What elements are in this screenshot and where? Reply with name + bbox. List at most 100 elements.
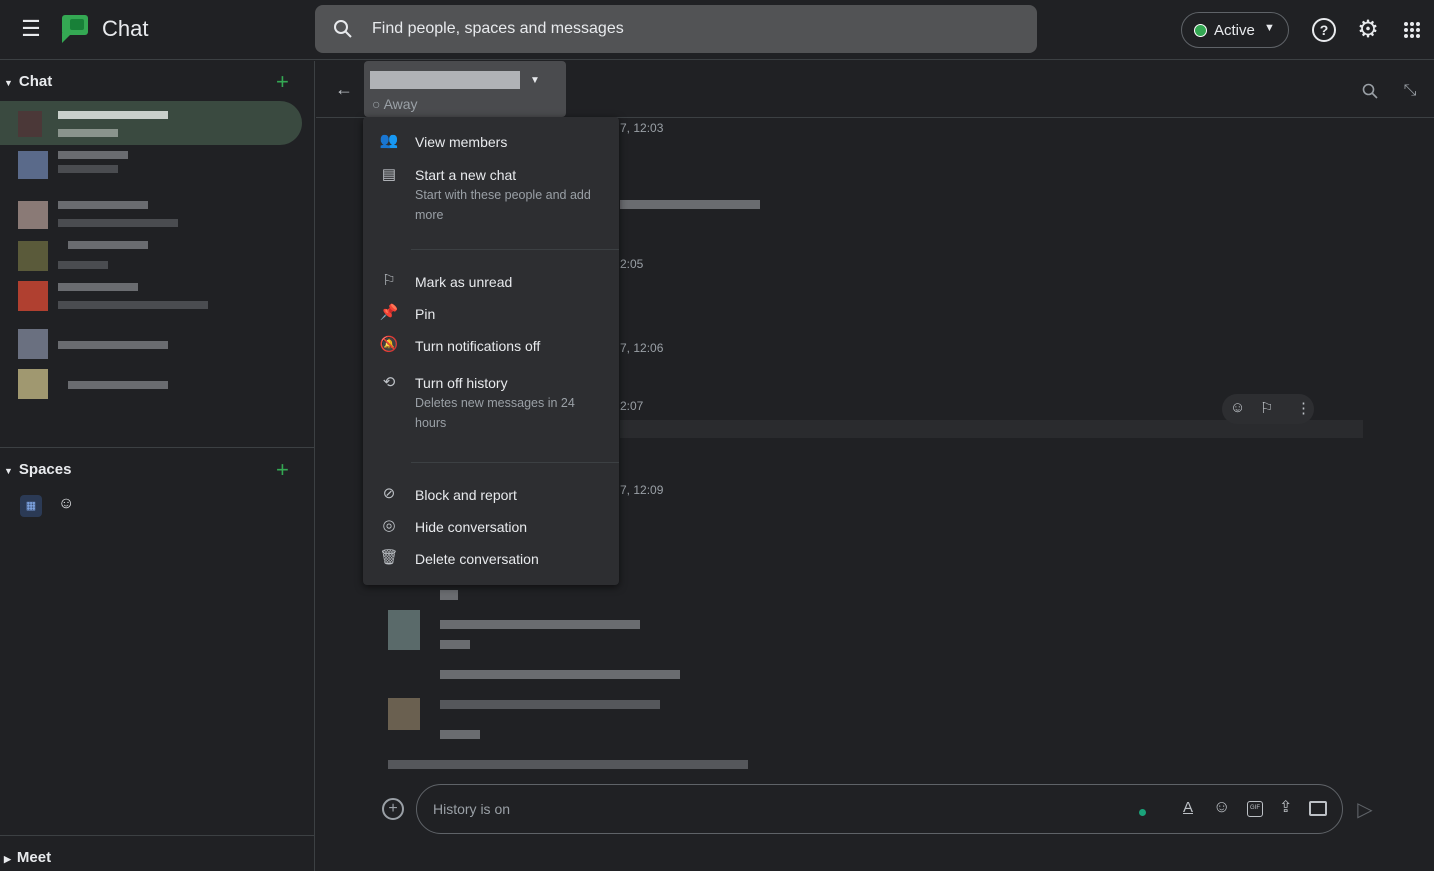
divider <box>0 447 315 448</box>
conversation-options-menu: 👥 View members ▤ Start a new chat Start wit… <box>363 117 619 585</box>
chevron-down-icon: ▼ <box>1264 22 1275 34</box>
eye-off-icon: ◎ <box>382 517 396 534</box>
menu-item-delete-conversation[interactable]: 🗑 Delete conversation <box>363 548 619 572</box>
history-off-icon: ⟲ <box>382 374 396 391</box>
reply-in-thread-icon[interactable]: ⚐ <box>1260 399 1273 417</box>
message-timestamp: 7, 12:06 <box>620 341 664 355</box>
menu-item-hide-conversation[interactable]: ◎ Hide conversation <box>363 516 619 540</box>
search-icon <box>331 17 355 41</box>
menu-item-description: Start with these people and add more <box>415 188 591 222</box>
conversation-header: ← ▼ ○ Away ⤡ <box>316 61 1434 118</box>
emoji-space-icon[interactable]: ☺ <box>58 495 74 513</box>
menu-item-label: Pin <box>415 306 436 322</box>
spaces-section-header[interactable]: ▼ Spaces <box>0 461 71 478</box>
menu-item-label: Hide conversation <box>415 519 528 535</box>
pin-icon: 📌 <box>379 304 399 321</box>
top-bar: ☰ Chat Find people, spaces and messages … <box>0 0 1434 60</box>
message-timestamp: 2:07 <box>620 399 644 413</box>
app-title: Chat <box>102 16 149 41</box>
status-dot-icon <box>1139 809 1146 816</box>
space-icon[interactable]: ▦ <box>20 495 42 517</box>
message-actions: ☺ ⚐ ⋮ <box>1222 394 1314 424</box>
people-icon: 👥 <box>379 132 399 149</box>
meet-section-header[interactable]: ▶ Meet <box>0 849 51 866</box>
menu-item-mark-unread[interactable]: ⚐ Mark as unread <box>363 271 619 295</box>
chat-list-item[interactable] <box>0 327 300 363</box>
spaces-section-label: Spaces <box>18 461 72 478</box>
apps-grid-icon[interactable] <box>1400 18 1424 42</box>
chat-list-item[interactable] <box>0 237 300 273</box>
conversation-name <box>370 71 520 89</box>
avatar <box>388 698 420 730</box>
menu-divider <box>411 462 619 463</box>
chat-list-item[interactable] <box>0 279 300 315</box>
caret-down-icon: ▼ <box>4 78 13 88</box>
trash-icon: 🗑 <box>379 549 399 566</box>
presence-status: ○ Away <box>372 96 418 112</box>
gif-icon[interactable]: GIF <box>1247 801 1263 817</box>
mark-unread-icon: ⚐ <box>382 272 396 289</box>
chat-section-label: Chat <box>18 73 53 90</box>
add-plus-circle-icon[interactable]: + <box>382 798 404 820</box>
emoji-reaction-icon[interactable]: ☺ <box>1230 399 1245 416</box>
status-dropdown[interactable]: Active ▼ <box>1181 12 1289 48</box>
menu-item-label: Delete conversation <box>415 551 539 567</box>
message-text <box>440 730 480 739</box>
message-text <box>440 670 680 679</box>
meet-section-label: Meet <box>16 849 52 866</box>
menu-item-description: Deletes new messages in 24 hours <box>415 396 575 430</box>
search-icon[interactable] <box>1358 79 1382 103</box>
caret-down-icon: ▼ <box>4 466 13 476</box>
status-label: Active <box>1214 22 1255 39</box>
menu-item-start-new-chat[interactable]: ▤ Start a new chat Start with these people… <box>363 165 619 235</box>
menu-item-label: Block and report <box>415 487 517 503</box>
menu-item-pin[interactable]: 📌 Pin <box>363 303 619 327</box>
menu-item-label: Turn off history <box>415 375 508 391</box>
upload-icon[interactable]: ⇪ <box>1279 797 1292 817</box>
chat-list-item[interactable] <box>0 147 300 183</box>
message-text <box>440 640 470 649</box>
message-text <box>440 590 458 600</box>
bell-off-icon: 🔕 <box>379 336 399 353</box>
conversation-title-dropdown[interactable]: ▼ ○ Away <box>364 61 566 117</box>
search-bar[interactable]: Find people, spaces and messages <box>315 5 1037 53</box>
format-text-icon[interactable]: A <box>1183 799 1193 816</box>
message-input[interactable]: History is on A ☺ GIF ⇪ <box>416 784 1343 834</box>
message-input-placeholder: History is on <box>433 801 511 817</box>
new-space-plus-icon[interactable]: + <box>276 457 289 483</box>
back-arrow-icon[interactable]: ← <box>332 77 356 101</box>
message-text <box>440 620 640 629</box>
menu-item-label: Start a new chat <box>415 167 517 183</box>
chat-icon: ▤ <box>381 166 397 183</box>
message-timestamp: 7, 12:03 <box>620 121 664 135</box>
chat-list-item[interactable] <box>0 367 300 403</box>
help-icon[interactable]: ? <box>1312 18 1336 42</box>
block-icon: ⊘ <box>382 485 396 502</box>
menu-item-turn-off-history[interactable]: ⟲ Turn off history Deletes new messages in… <box>363 373 619 443</box>
send-icon[interactable]: ▷ <box>1352 796 1378 822</box>
chat-list-item[interactable] <box>0 197 300 233</box>
presence-label: Away <box>383 96 418 112</box>
sidebar: ▼ Chat + ▼ Spaces + ▦ ☺ ▶ Meet <box>0 61 315 871</box>
menu-divider <box>411 249 619 250</box>
menu-item-label: View members <box>415 134 508 150</box>
main-menu-icon[interactable]: ☰ <box>18 16 44 42</box>
search-placeholder: Find people, spaces and messages <box>372 20 624 37</box>
chat-list-item-selected[interactable] <box>0 101 302 145</box>
menu-item-view-members[interactable]: 👥 View members <box>363 131 619 155</box>
menu-item-notifications-off[interactable]: 🔕 Turn notifications off <box>363 335 619 359</box>
more-vert-icon[interactable]: ⋮ <box>1296 399 1311 417</box>
new-chat-plus-icon[interactable]: + <box>276 69 289 95</box>
avatar <box>388 610 420 650</box>
message-text <box>440 700 660 709</box>
divider <box>0 835 315 836</box>
menu-item-block-report[interactable]: ⊘ Block and report <box>363 484 619 508</box>
chat-section-header[interactable]: ▼ Chat <box>0 73 52 90</box>
status-dot-icon <box>1194 24 1207 37</box>
emoji-icon[interactable]: ☺ <box>1213 797 1230 817</box>
video-meeting-icon[interactable] <box>1309 801 1327 816</box>
message-timestamp: 2:05 <box>620 257 644 271</box>
collapse-icon[interactable]: ⤡ <box>1398 79 1422 103</box>
chevron-down-icon: ▼ <box>530 75 540 86</box>
gear-icon[interactable]: ⚙ <box>1356 16 1380 43</box>
